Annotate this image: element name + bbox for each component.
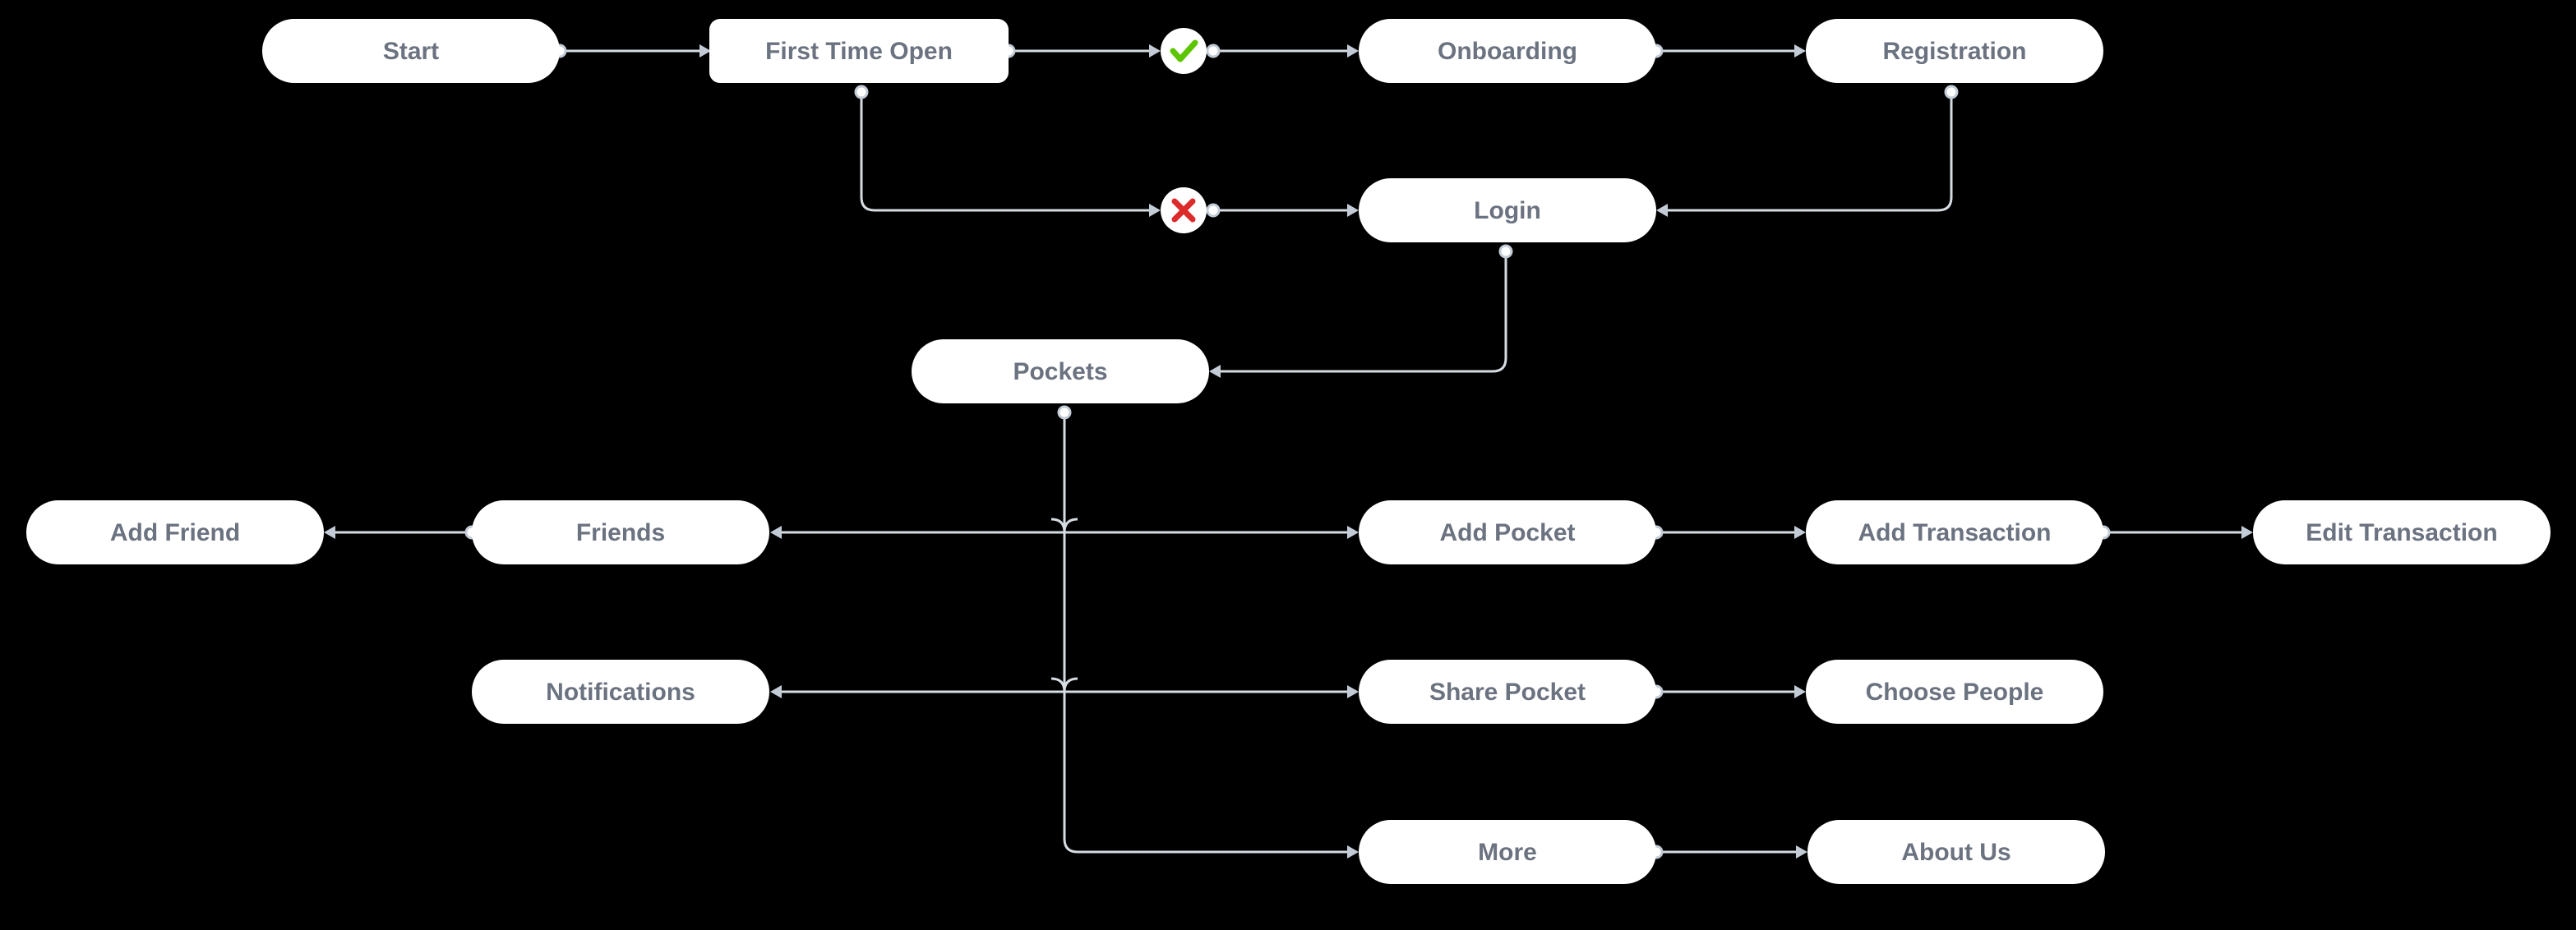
node-share-pocket[interactable]: Share Pocket (1359, 660, 1656, 724)
node-login-label: Login (1474, 197, 1541, 224)
edge-pockets-to-notifications[interactable] (770, 677, 1066, 698)
node-pockets-label: Pockets (1013, 358, 1107, 385)
node-edit-transaction[interactable]: Edit Transaction (2253, 500, 2551, 564)
edge-onboarding-to-registration[interactable] (1649, 44, 1806, 58)
edge-start-to-first-time-open[interactable] (552, 44, 711, 58)
edge-decision-no-to-login[interactable] (1206, 203, 1359, 218)
edge-more-to-about-us[interactable] (1649, 845, 1807, 859)
node-notifications-label: Notifications (546, 679, 695, 706)
node-first-time-open[interactable]: First Time Open (709, 19, 1009, 83)
node-first-time-open-label: First Time Open (765, 38, 953, 65)
node-add-pocket-label: Add Pocket (1439, 519, 1575, 546)
node-start[interactable]: Start (262, 19, 560, 83)
node-add-pocket[interactable]: Add Pocket (1359, 500, 1656, 564)
edge-decision-yes-to-onboarding[interactable] (1206, 44, 1359, 58)
node-add-friend-label: Add Friend (110, 519, 240, 546)
node-notifications[interactable]: Notifications (472, 660, 769, 724)
node-edit-transaction-label: Edit Transaction (2306, 519, 2497, 546)
node-more-label: More (1478, 839, 1537, 866)
flowchart-canvas: Start First Time Open Onboarding Registr… (0, 0, 2576, 930)
edge-pockets-to-add-pocket[interactable] (1063, 518, 1359, 539)
edge-pockets-to-friends[interactable] (770, 518, 1066, 539)
edge-registration-to-login[interactable] (1656, 85, 1959, 217)
node-choose-people-label: Choose People (1866, 679, 2044, 706)
node-about-us[interactable]: About Us (1807, 820, 2105, 884)
edge-first-time-open-to-decision-no[interactable] (854, 85, 1161, 217)
edge-share-pocket-to-choose-people[interactable] (1649, 684, 1806, 699)
node-onboarding[interactable]: Onboarding (1359, 19, 1656, 83)
node-layer: Start First Time Open Onboarding Registr… (26, 19, 2551, 884)
node-friends[interactable]: Friends (472, 500, 769, 564)
node-add-transaction-label: Add Transaction (1858, 519, 2051, 546)
edge-add-pocket-to-add-transaction[interactable] (1649, 525, 1806, 540)
node-choose-people[interactable]: Choose People (1806, 660, 2103, 724)
edge-layer (324, 44, 2253, 859)
edge-add-transaction-to-edit-transaction[interactable] (2096, 525, 2253, 540)
node-decision-no[interactable] (1161, 187, 1207, 233)
edge-login-to-pockets[interactable] (1209, 244, 1513, 378)
node-share-pocket-label: Share Pocket (1429, 679, 1586, 706)
node-about-us-label: About Us (1901, 839, 2010, 866)
edge-pockets-to-share-pocket[interactable] (1063, 677, 1359, 698)
flowchart-svg: Start First Time Open Onboarding Registr… (26, 19, 2551, 884)
edge-friends-to-add-friend[interactable] (324, 525, 479, 540)
node-add-transaction[interactable]: Add Transaction (1806, 500, 2103, 564)
node-friends-label: Friends (576, 519, 665, 546)
decision-yes-circle[interactable] (1161, 28, 1207, 74)
node-registration[interactable]: Registration (1806, 19, 2103, 83)
node-more[interactable]: More (1359, 820, 1656, 884)
node-login[interactable]: Login (1359, 178, 1656, 242)
edge-pockets-trunk (1057, 405, 1359, 859)
edge-first-time-open-to-decision-yes[interactable] (1001, 44, 1161, 58)
node-decision-yes[interactable] (1161, 28, 1207, 74)
node-pockets[interactable]: Pockets (912, 339, 1209, 403)
node-registration-label: Registration (1882, 38, 2026, 65)
node-start-label: Start (383, 38, 439, 65)
node-add-friend[interactable]: Add Friend (26, 500, 324, 564)
node-onboarding-label: Onboarding (1438, 38, 1577, 65)
